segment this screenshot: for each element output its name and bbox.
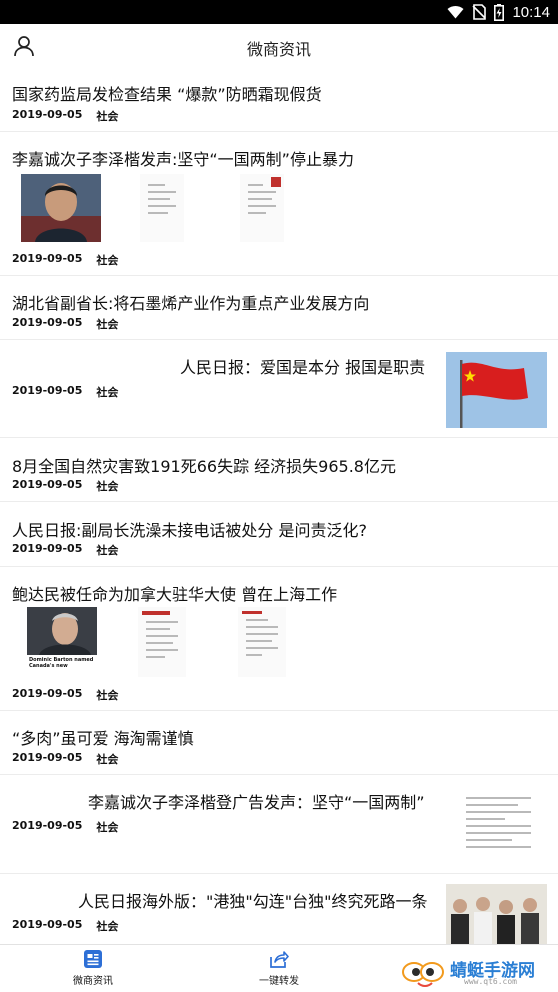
news-meta: 2019-09-05 社会: [12, 687, 118, 703]
news-meta: 2019-09-05 社会: [12, 478, 118, 494]
news-tag: 社会: [96, 386, 119, 399]
news-photo-flag: [446, 352, 547, 428]
news-meta: 2019-09-05 社会: [12, 819, 118, 835]
watermark: 蜻蜓手游网 www.qt6.com: [402, 954, 552, 988]
news-icon: [84, 950, 102, 968]
news-meta: 2019-09-05 社会: [12, 384, 118, 400]
news-item[interactable]: 人民日报海外版："港独"勾连"台独"终究死路一条 2019-09-05 社会: [0, 874, 558, 944]
news-title: 人民日报:副局长洗澡未接电话被处分 是问责泛化?: [12, 521, 367, 540]
page-title: 微商资讯: [246, 40, 311, 59]
tab-news-label: 微商资讯: [73, 976, 113, 987]
news-date: 2019-09-05: [12, 478, 83, 491]
news-tag: 社会: [96, 689, 119, 702]
news-title: 国家药监局发检查结果 “爆款”防晒霜现假货: [12, 85, 322, 104]
news-title: 人民日报：爱国是本分 报国是职责: [180, 358, 426, 377]
news-tag: 社会: [96, 920, 119, 933]
news-item[interactable]: 李嘉诚次子李泽楷登广告发声：坚守“一国两制” 2019-09-05 社会: [0, 775, 558, 874]
news-title: 8月全国自然灾害致191死66失踪 经济损失965.8亿元: [12, 457, 396, 476]
news-document-image: [140, 174, 184, 242]
news-title: 鲍达民被任命为加拿大驻华大使 曾在上海工作: [12, 585, 338, 604]
news-date: 2019-09-05: [12, 819, 83, 832]
news-meta: 2019-09-05 社会: [12, 918, 118, 934]
news-document-image: [446, 783, 547, 867]
share-icon: [270, 951, 289, 968]
news-tag: 社会: [96, 480, 119, 493]
news-meta: 2019-09-05 社会: [12, 751, 118, 767]
status-time: 10:14: [512, 3, 550, 21]
news-date: 2019-09-05: [12, 384, 83, 397]
news-item[interactable]: 8月全国自然灾害致191死66失踪 经济损失965.8亿元 2019-09-05…: [0, 438, 558, 502]
news-item[interactable]: 李嘉诚次子李泽楷发声:坚守“一国两制”停止暴力 2019-09-05 社会: [0, 132, 558, 276]
news-item[interactable]: 国家药监局发检查结果 “爆款”防晒霜现假货 2019-09-05 社会: [0, 68, 558, 132]
news-date: 2019-09-05: [12, 108, 83, 121]
news-title: 李嘉诚次子李泽楷发声:坚守“一国两制”停止暴力: [12, 150, 354, 169]
tab-share-label: 一键转发: [259, 976, 299, 987]
news-date: 2019-09-05: [12, 316, 83, 329]
news-item[interactable]: “多肉”虽可爱 海淘需谨慎 2019-09-05 社会: [0, 711, 558, 775]
news-item[interactable]: 人民日报:副局长洗澡未接电话被处分 是问责泛化? 2019-09-05 社会: [0, 502, 558, 567]
no-sim-icon: [472, 4, 487, 20]
news-title: 人民日报海外版："港独"勾连"台独"终究死路一条: [78, 892, 428, 911]
news-title: 湖北省副省长:将石墨烯产业作为重点产业发展方向: [12, 294, 370, 313]
news-meta: 2019-09-05 社会: [12, 542, 118, 558]
news-date: 2019-09-05: [12, 918, 83, 931]
watermark-url: www.qt6.com: [464, 977, 517, 986]
tab-share[interactable]: 一键转发: [239, 949, 319, 987]
news-photo-portrait: [21, 174, 101, 242]
news-photo-portrait: Dominic Barton named Canada's new ambass…: [27, 607, 97, 677]
status-icons: 10:14: [447, 0, 550, 24]
news-document-image: [138, 607, 186, 677]
news-document-image: [238, 607, 286, 677]
news-title: “多肉”虽可爱 海淘需谨慎: [12, 729, 194, 748]
news-tag: 社会: [96, 110, 119, 123]
news-item[interactable]: 人民日报：爱国是本分 报国是职责 2019-09-05 社会: [0, 340, 558, 438]
tab-news[interactable]: 微商资讯: [53, 949, 133, 987]
news-photo-group: [446, 884, 547, 944]
news-tag: 社会: [96, 254, 119, 267]
news-feed: 国家药监局发检查结果 “爆款”防晒霜现假货 2019-09-05 社会 李嘉诚次…: [0, 68, 558, 944]
wifi-icon: [447, 5, 464, 19]
news-meta: 2019-09-05 社会: [12, 252, 118, 268]
status-bar: 10:14: [0, 0, 558, 24]
news-tag: 社会: [96, 753, 119, 766]
dragonfly-logo: [402, 962, 444, 987]
news-photo-caption: Dominic Barton named Canada's new ambass…: [29, 657, 94, 669]
news-document-image: [240, 174, 284, 242]
news-item[interactable]: 湖北省副省长:将石墨烯产业作为重点产业发展方向 2019-09-05 社会: [0, 276, 558, 340]
news-tag: 社会: [96, 821, 119, 834]
battery-charging-icon: [494, 3, 505, 21]
news-tag: 社会: [96, 318, 119, 331]
app-header: 微商资讯: [0, 24, 558, 68]
news-tag: 社会: [96, 544, 119, 557]
news-date: 2019-09-05: [12, 252, 83, 265]
news-date: 2019-09-05: [12, 751, 83, 764]
news-title: 李嘉诚次子李泽楷登广告发声：坚守“一国两制”: [88, 793, 425, 812]
news-date: 2019-09-05: [12, 687, 83, 700]
news-meta: 2019-09-05 社会: [12, 316, 118, 332]
news-item[interactable]: 鲍达民被任命为加拿大驻华大使 曾在上海工作 Dominic Barton nam…: [0, 567, 558, 711]
news-date: 2019-09-05: [12, 542, 83, 555]
news-meta: 2019-09-05 社会: [12, 108, 118, 124]
